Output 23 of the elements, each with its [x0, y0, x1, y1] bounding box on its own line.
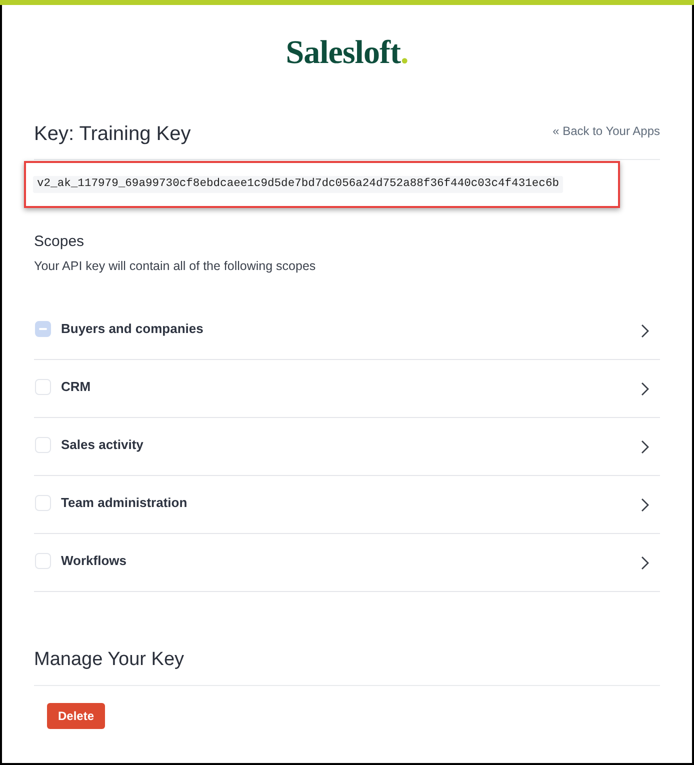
scope-label[interactable]: Team administration: [61, 494, 188, 512]
scope-label[interactable]: Workflows: [61, 552, 126, 570]
chevron-right-icon[interactable]: [641, 498, 649, 512]
page-title: Key: Training Key: [34, 122, 191, 147]
manage-heading: Manage Your Key: [34, 648, 184, 672]
delete-button[interactable]: Delete: [47, 703, 106, 729]
scopes-description: Your API key will contain all of the following scopes: [34, 258, 316, 275]
checkbox[interactable]: [35, 494, 51, 510]
scope-label[interactable]: Buyers and companies: [61, 320, 204, 338]
checkbox[interactable]: [35, 552, 51, 568]
chevron-right-icon[interactable]: [641, 440, 649, 454]
chevron-right-icon[interactable]: [641, 324, 649, 338]
checkbox[interactable]: [35, 436, 51, 452]
checkbox[interactable]: [35, 320, 51, 336]
scopes-heading: Scopes: [34, 232, 84, 252]
back-link[interactable]: « Back to Your Apps: [552, 123, 660, 139]
chevron-right-icon[interactable]: [641, 382, 649, 396]
checkbox[interactable]: [35, 378, 51, 394]
scope-label[interactable]: CRM: [61, 378, 91, 396]
api-key-text: v2_ak_117979_69a99730cf8ebdcaee1c9d5de7bd7dc056a24d752a88f36f440c03c4f431ec6b: [33, 176, 564, 193]
salesloft-logo: Salesloft.: [286, 34, 408, 72]
chevron-right-icon[interactable]: [641, 556, 649, 570]
scope-label[interactable]: Sales activity: [61, 436, 144, 454]
